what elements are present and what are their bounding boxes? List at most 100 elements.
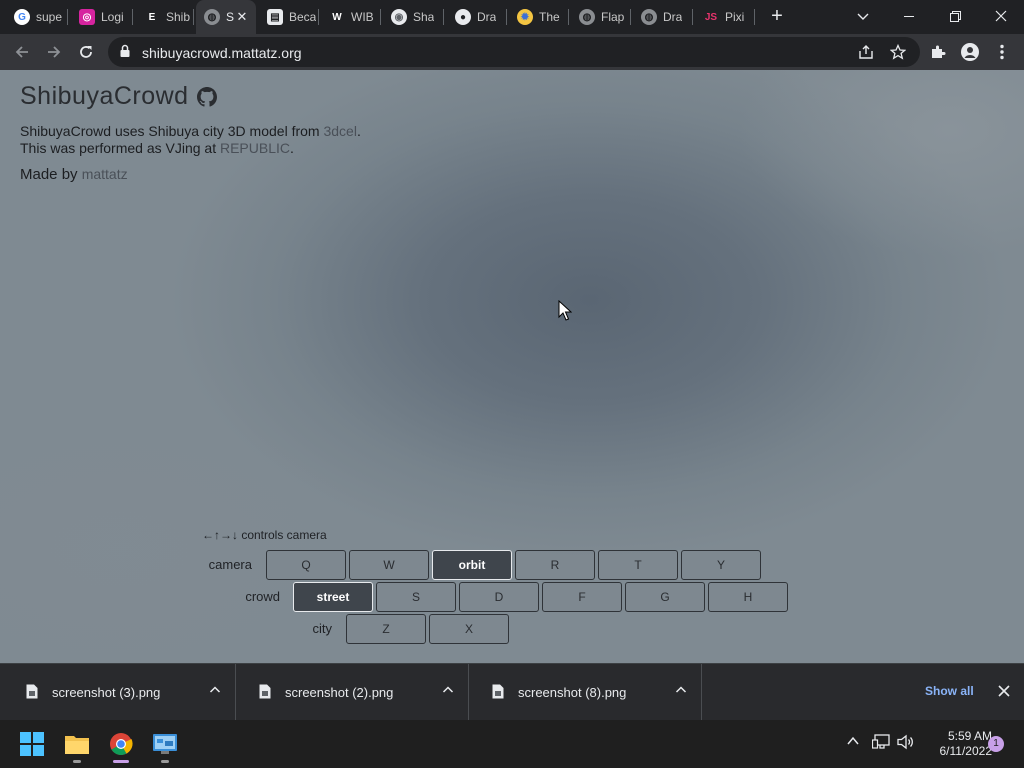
tab-search-button[interactable] <box>840 0 886 32</box>
minimize-button[interactable] <box>886 0 932 32</box>
start-button[interactable] <box>18 730 46 758</box>
extensions-button[interactable] <box>924 38 952 66</box>
close-download-bar-button[interactable] <box>998 684 1010 702</box>
crowd-d-button[interactable]: D <box>459 582 539 612</box>
tab-title: Sha <box>413 10 435 24</box>
tab-separator <box>318 9 319 25</box>
restore-icon <box>949 10 961 22</box>
chrome-button[interactable] <box>107 730 135 758</box>
download-item[interactable]: screenshot (2).png <box>237 664 469 721</box>
crowd-h-button[interactable]: H <box>708 582 788 612</box>
github-icon[interactable] <box>196 86 217 107</box>
description: ShibuyaCrowd uses Shibuya city 3D model … <box>20 123 361 157</box>
crowd-street-button[interactable]: street <box>293 582 373 612</box>
chevron-up-icon[interactable] <box>675 684 687 696</box>
tab-separator <box>754 9 755 25</box>
mattatz-link[interactable]: mattatz <box>82 166 128 182</box>
city-x-button[interactable]: X <box>429 614 509 644</box>
close-tab-icon[interactable]: ✕ <box>234 9 250 25</box>
system-clock[interactable]: 5:59 AM 6/11/2022 <box>920 729 993 759</box>
tab-separator <box>630 9 631 25</box>
show-all-downloads-link[interactable]: Show all <box>925 684 974 698</box>
tab-title: Logi <box>101 10 124 24</box>
notification-badge[interactable]: 1 <box>988 736 1004 752</box>
description-line-1: ShibuyaCrowd uses Shibuya city 3D model … <box>20 123 361 139</box>
browser-toolbar: shibuyacrowd.mattatz.org <box>0 34 1024 70</box>
browser-tab[interactable]: ▤ Beca <box>259 0 319 34</box>
file-explorer-button[interactable] <box>63 730 91 758</box>
page-title-text: ShibuyaCrowd <box>20 82 189 110</box>
bookmark-button[interactable] <box>888 42 908 62</box>
control-panel-running-indicator <box>161 760 169 763</box>
tab-title: Pixi <box>725 10 745 24</box>
network-button[interactable] <box>871 734 890 755</box>
close-window-button[interactable] <box>978 0 1024 32</box>
windows-logo-icon <box>20 732 44 756</box>
restore-button[interactable] <box>932 0 978 32</box>
volume-button[interactable] <box>897 734 915 755</box>
crowd-s-button[interactable]: S <box>376 582 456 612</box>
reload-button[interactable] <box>72 38 100 66</box>
chevron-up-icon[interactable] <box>442 684 454 696</box>
share-button[interactable] <box>856 42 876 62</box>
control-panel-icon <box>153 734 177 754</box>
menu-button[interactable] <box>988 38 1016 66</box>
camera-orbit-button[interactable]: orbit <box>432 550 512 580</box>
tab-separator <box>692 9 693 25</box>
star-icon <box>890 44 906 60</box>
back-button[interactable] <box>8 38 36 66</box>
reload-icon <box>80 46 92 58</box>
show-hidden-icons-button[interactable] <box>846 734 860 753</box>
browser-tab[interactable]: ◍ Flap <box>571 0 631 34</box>
browser-tab[interactable]: ◉ Sha <box>383 0 444 34</box>
browser-tab[interactable]: ◍ Dra <box>633 0 693 34</box>
chrome-icon <box>110 733 133 755</box>
tab-title: supe <box>36 10 63 24</box>
chevron-up-icon[interactable] <box>209 684 221 696</box>
download-bar: screenshot (3).png screenshot (2).png scre… <box>0 663 1024 721</box>
camera-w-button[interactable]: W <box>349 550 429 580</box>
forward-arrow-icon <box>48 46 61 58</box>
camera-y-button[interactable]: Y <box>681 550 761 580</box>
browser-tab[interactable]: Gsupe <box>6 0 68 34</box>
github-icon: ● <box>455 9 471 25</box>
clock-date: 6/11/2022 <box>939 744 993 758</box>
download-item[interactable]: screenshot (3).png <box>4 664 236 721</box>
tab-separator <box>506 9 507 25</box>
browser-tab[interactable]: ◎ Logi <box>71 0 133 34</box>
crowd-f-button[interactable]: F <box>542 582 622 612</box>
tab-title: The <box>539 10 560 24</box>
browser-tab[interactable]: ◍ S ✕ <box>196 0 256 34</box>
clock-time: 5:59 AM <box>947 729 992 743</box>
camera-r-button[interactable]: R <box>515 550 595 580</box>
tab-separator <box>193 9 194 25</box>
tab-title: Flap <box>601 10 625 24</box>
profile-button[interactable] <box>956 38 984 66</box>
browser-tab[interactable]: W WIB <box>321 0 381 34</box>
description-line-2: This was performed as VJing at REPUBLIC. <box>20 140 294 156</box>
page-viewport[interactable]: ShibuyaCrowd ShibuyaCrowd uses Shibuya c… <box>0 70 1024 663</box>
download-item[interactable]: screenshot (8).png <box>470 664 702 721</box>
crowd-g-button[interactable]: G <box>625 582 705 612</box>
forward-button[interactable] <box>40 38 68 66</box>
city-row-label: city <box>312 621 333 636</box>
back-arrow-icon <box>15 46 28 58</box>
tab-title: S <box>226 10 235 24</box>
camera-t-button[interactable]: T <box>598 550 678 580</box>
city-z-button[interactable]: Z <box>346 614 426 644</box>
address-bar[interactable]: shibuyacrowd.mattatz.org <box>108 37 920 67</box>
browser-tab[interactable]: E Shib <box>136 0 194 34</box>
doc-icon: ▤ <box>267 9 283 25</box>
tab-title: WIB <box>351 10 374 24</box>
control-panel-button[interactable] <box>151 730 179 758</box>
republic-link[interactable]: REPUBLIC <box>220 140 290 156</box>
new-tab-button[interactable]: + <box>766 6 788 28</box>
browser-tab[interactable]: ● Dra <box>447 0 507 34</box>
3dcel-link[interactable]: 3dcel <box>323 123 356 139</box>
camera-q-button[interactable]: Q <box>266 550 346 580</box>
browser-tab[interactable]: ✹ The <box>509 0 569 34</box>
js-icon: JS <box>703 9 719 25</box>
close-icon <box>995 10 1007 22</box>
w-icon: W <box>329 9 345 25</box>
browser-tab[interactable]: JS Pixi <box>695 0 755 34</box>
